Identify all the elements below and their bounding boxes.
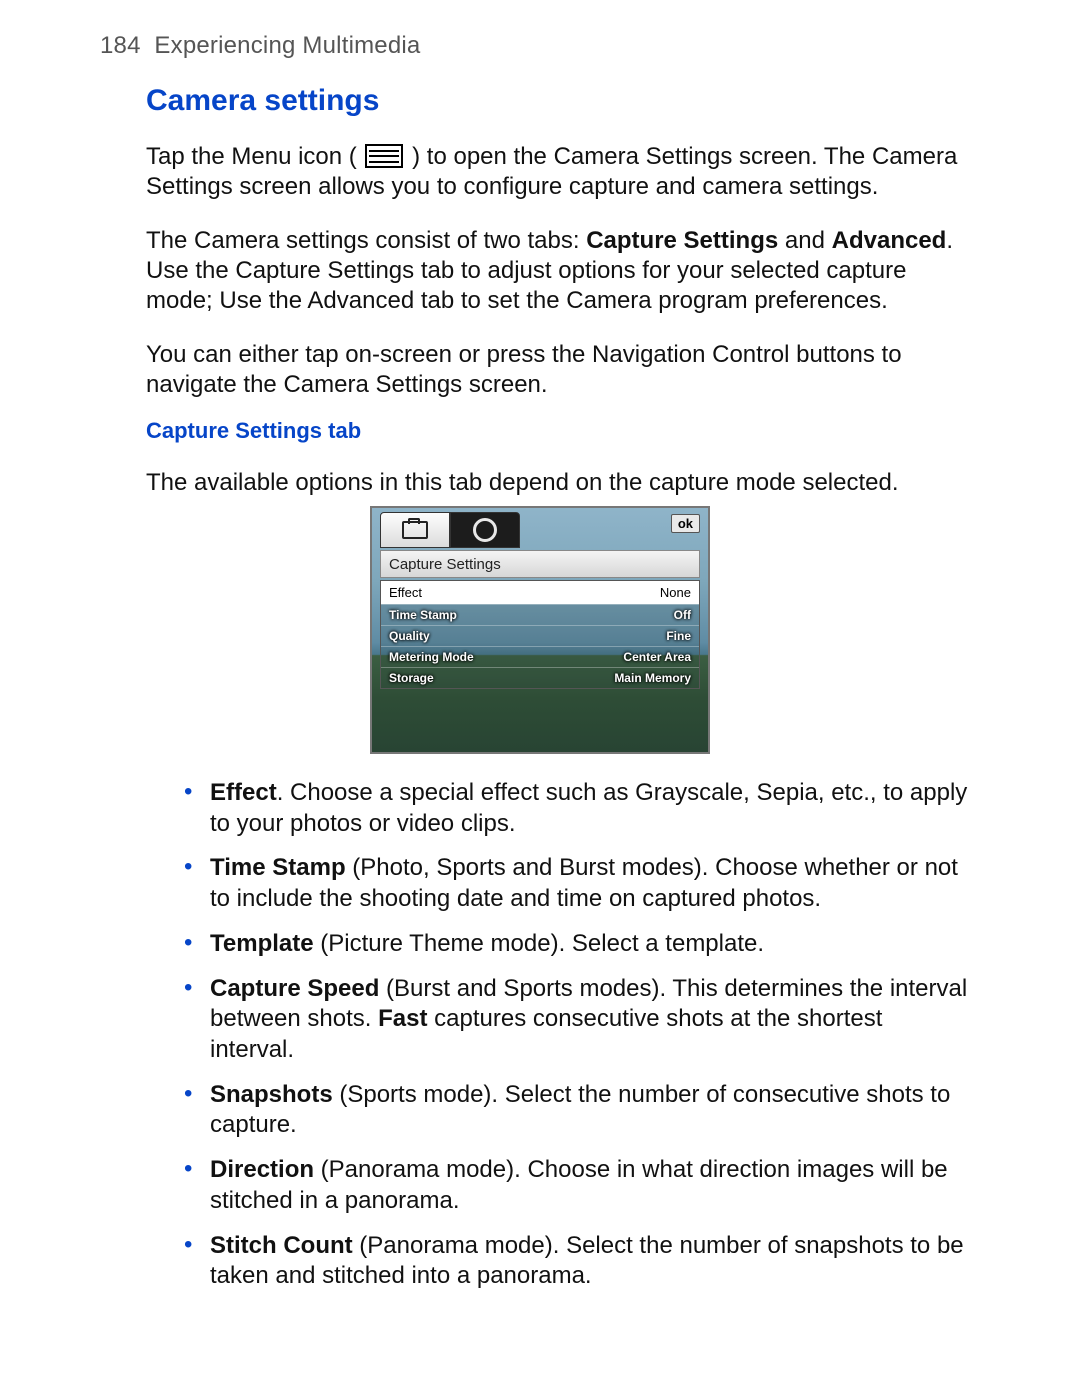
setting-value: Off	[674, 608, 691, 622]
subsection-title: Capture Settings tab	[100, 418, 980, 444]
setting-value: Main Memory	[614, 671, 691, 685]
settings-list: Effect None Time Stamp Off Quality Fine …	[380, 580, 700, 689]
paragraph-1: Tap the Menu icon ( ) to open the Camera…	[100, 142, 980, 202]
device-screenshot: ok Capture Settings Effect None	[370, 506, 710, 754]
setting-label: Time Stamp	[389, 608, 457, 622]
setting-row-effect[interactable]: Effect None	[381, 581, 699, 604]
setting-label: Metering Mode	[389, 650, 474, 664]
chapter-title: Experiencing Multimedia	[154, 32, 420, 59]
subsection-intro: The available options in this tab depend…	[100, 468, 980, 498]
list-item: Template (Picture Theme mode). Select a …	[210, 929, 970, 960]
setting-row-storage[interactable]: Storage Main Memory	[381, 667, 699, 688]
section-title: Camera settings	[100, 84, 980, 118]
setting-row-quality[interactable]: Quality Fine	[381, 625, 699, 646]
setting-row-timestamp[interactable]: Time Stamp Off	[381, 604, 699, 625]
list-item: Effect. Choose a special effect such as …	[210, 778, 970, 839]
list-item: Direction (Panorama mode). Choose in wha…	[210, 1155, 970, 1216]
camera-icon	[402, 521, 428, 539]
tab-advanced[interactable]	[450, 512, 520, 548]
running-header: 184 Experiencing Multimedia	[100, 32, 980, 60]
setting-label: Effect	[389, 585, 422, 600]
page-number: 184	[100, 32, 141, 59]
list-item: Snapshots (Sports mode). Select the numb…	[210, 1080, 970, 1141]
page: 184 Experiencing Multimedia Camera setti…	[0, 0, 1080, 1386]
feature-list: Effect. Choose a special effect such as …	[100, 778, 980, 1292]
screenshot-bg: ok Capture Settings Effect None	[372, 508, 708, 752]
menu-icon	[365, 144, 403, 168]
gear-icon	[473, 518, 497, 542]
list-item: Stitch Count (Panorama mode). Select the…	[210, 1231, 970, 1292]
list-item: Time Stamp (Photo, Sports and Burst mode…	[210, 853, 970, 914]
panel-title: Capture Settings	[380, 550, 700, 578]
ok-button[interactable]: ok	[671, 514, 700, 533]
setting-value: Center Area	[623, 650, 691, 664]
setting-label: Quality	[389, 629, 430, 643]
list-item: Capture Speed (Burst and Sports modes). …	[210, 974, 970, 1066]
tab-capture[interactable]	[380, 512, 450, 548]
setting-row-metering[interactable]: Metering Mode Center Area	[381, 646, 699, 667]
tab-bar	[380, 512, 520, 548]
setting-value: Fine	[666, 629, 691, 643]
paragraph-2: The Camera settings consist of two tabs:…	[100, 226, 980, 316]
paragraph-3: You can either tap on-screen or press th…	[100, 340, 980, 400]
setting-value: None	[660, 585, 691, 600]
figure: ok Capture Settings Effect None	[100, 506, 980, 754]
setting-label: Storage	[389, 671, 434, 685]
